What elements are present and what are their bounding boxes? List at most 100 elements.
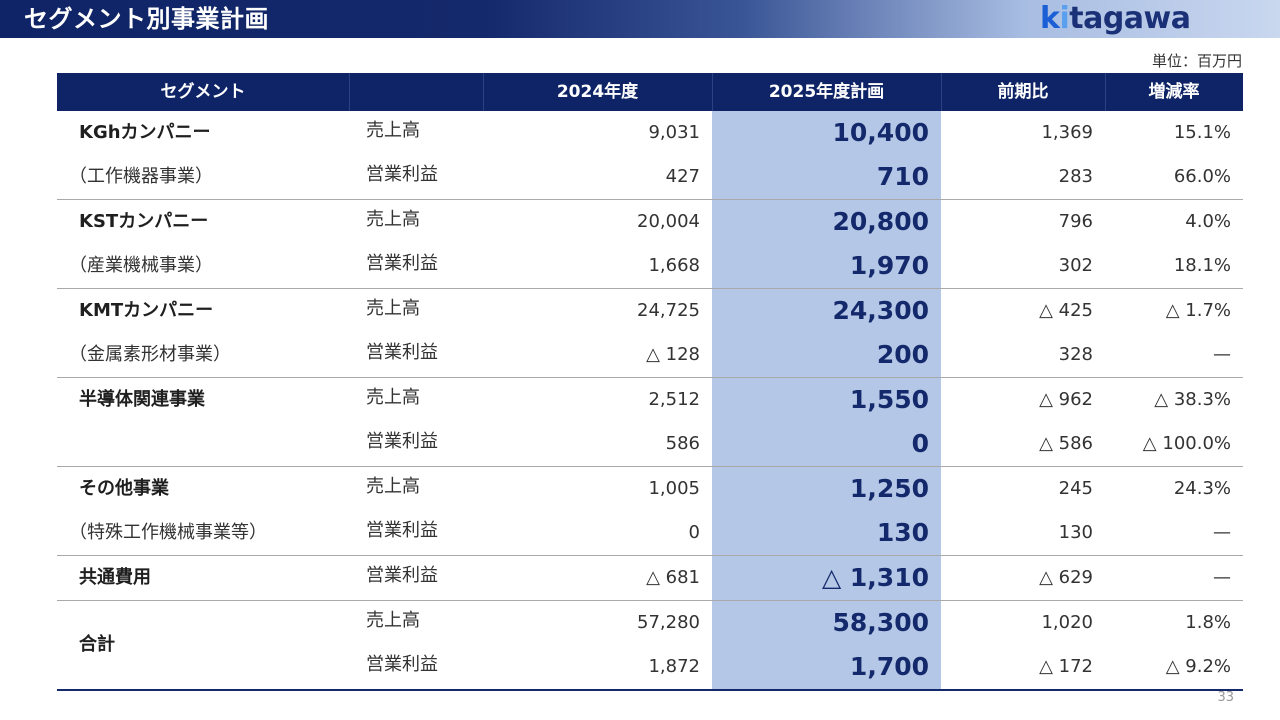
- table-row: （産業機械事業） 営業利益 1,668 1,970 302 18.1%: [57, 244, 1243, 288]
- kitagawa-logo: kitagawa: [1040, 1, 1191, 36]
- value-2025-plan: △ 1,310: [821, 563, 929, 592]
- metric-label: 営業利益: [366, 520, 438, 541]
- value-yoy: 1,020: [1041, 612, 1093, 633]
- value-yoy: 328: [1058, 344, 1093, 365]
- metric-label: 営業利益: [366, 431, 438, 452]
- metric-label: 売上高: [366, 610, 420, 631]
- value-2025-plan: 1,970: [849, 251, 929, 280]
- value-2024: 1,005: [648, 478, 700, 499]
- value-2024: 0: [688, 522, 700, 543]
- value-rate: △ 100.0%: [1142, 433, 1231, 454]
- value-2025-plan: 1,550: [849, 385, 929, 414]
- value-rate: △ 38.3%: [1154, 389, 1231, 410]
- table-row: 半導体関連事業 売上高 2,512 1,550 △ 962 △ 38.3%: [57, 378, 1243, 422]
- value-2024: △ 681: [646, 567, 700, 588]
- metric-label: 売上高: [366, 476, 420, 497]
- value-2024: 57,280: [637, 612, 700, 633]
- segment-name: KSTカンパニー: [79, 211, 209, 232]
- table-row: 営業利益 1,872 1,700 △ 172 △ 9.2%: [57, 645, 1243, 689]
- header-2025-plan: 2025年度計画: [768, 82, 885, 102]
- table-row: （工作機器事業） 営業利益 427 710 283 66.0%: [57, 155, 1243, 199]
- value-rate: △ 1.7%: [1165, 300, 1231, 321]
- value-rate: 66.0%: [1173, 166, 1231, 187]
- table-row: KGhカンパニー 売上高 9,031 10,400 1,369 15.1%: [57, 111, 1243, 155]
- value-yoy: 302: [1058, 255, 1093, 276]
- value-yoy: △ 425: [1039, 300, 1093, 321]
- segment-name: KMTカンパニー: [79, 300, 214, 321]
- table-header: セグメント 2024年度 2025年度計画 前期比 増減率: [57, 73, 1243, 111]
- value-yoy: 245: [1058, 478, 1093, 499]
- page-number: 33: [1217, 690, 1234, 705]
- table-row: その他事業 売上高 1,005 1,250 245 24.3%: [57, 467, 1243, 511]
- value-2024: 1,668: [648, 255, 700, 276]
- value-yoy: 796: [1058, 211, 1093, 232]
- value-2024: 2,512: [648, 389, 700, 410]
- segment-group: KSTカンパニー 売上高 20,004 20,800 796 4.0% （産業機械事業） 営業…: [57, 200, 1243, 289]
- segment-group: 合計 売上高 57,280 58,300 1,020 1.8% 営業利益 1,872 1,700…: [57, 601, 1243, 689]
- table-body: KGhカンパニー 売上高 9,031 10,400 1,369 15.1% （工作機器事業）…: [57, 111, 1243, 689]
- header-yoy: 前期比: [997, 82, 1049, 102]
- value-2025-plan: 58,300: [832, 608, 929, 637]
- table-row: KMTカンパニー 売上高 24,725 24,300 △ 425 △ 1.7%: [57, 289, 1243, 333]
- value-2024: 1,872: [648, 656, 700, 677]
- segment-name: その他事業: [79, 478, 169, 499]
- header-2024: 2024年度: [556, 82, 639, 102]
- table-row: 営業利益 586 0 △ 586 △ 100.0%: [57, 422, 1243, 466]
- value-rate: 4.0%: [1185, 211, 1231, 232]
- metric-label: 売上高: [366, 387, 420, 408]
- value-yoy: △ 172: [1039, 656, 1093, 677]
- value-rate: △ 9.2%: [1165, 656, 1231, 677]
- value-yoy: 1,369: [1041, 122, 1093, 143]
- header-rate: 増減率: [1148, 82, 1200, 102]
- segment-name: KGhカンパニー: [79, 122, 211, 143]
- segment-subtitle: （金属素形材事業）: [69, 344, 231, 365]
- metric-label: 売上高: [366, 298, 420, 319]
- value-2024: 9,031: [648, 122, 700, 143]
- value-rate: 1.8%: [1185, 612, 1231, 633]
- table-row: （特殊工作機械事業等） 営業利益 0 130 130 —: [57, 511, 1243, 555]
- segment-name: 半導体関連事業: [79, 389, 205, 410]
- segment-subtitle: （特殊工作機械事業等）: [69, 522, 267, 543]
- segment-group: 半導体関連事業 売上高 2,512 1,550 △ 962 △ 38.3% 営業利益 586 0…: [57, 378, 1243, 467]
- value-2024: 427: [665, 166, 700, 187]
- metric-label: 営業利益: [366, 565, 438, 586]
- value-2025-plan: 130: [876, 518, 929, 547]
- table-row: 共通費用 営業利益 △ 681 △ 1,310 △ 629 —: [57, 556, 1243, 600]
- segment-subtitle: （産業機械事業）: [69, 255, 213, 276]
- unit-label: 単位：百万円: [1151, 52, 1242, 70]
- header-bar: セグメント別事業計画 kitagawa: [0, 0, 1280, 38]
- value-2024: △ 128: [646, 344, 700, 365]
- segment-plan-table: セグメント 2024年度 2025年度計画 前期比 増減率 KGhカンパニー売上…: [57, 73, 1243, 691]
- segment-group: 共通費用 営業利益 △ 681 △ 1,310 △ 629 —: [57, 556, 1243, 601]
- segment-subtitle: （工作機器事業）: [69, 166, 213, 187]
- value-2025-plan: 24,300: [832, 296, 929, 325]
- value-yoy: △ 586: [1039, 433, 1093, 454]
- metric-label: 営業利益: [366, 654, 438, 675]
- value-2025-plan: 1,250: [849, 474, 929, 503]
- value-rate: 24.3%: [1173, 478, 1231, 499]
- segment-group: KMTカンパニー 売上高 24,725 24,300 △ 425 △ 1.7% （金属素形材…: [57, 289, 1243, 378]
- value-yoy: △ 629: [1039, 567, 1093, 588]
- value-2025-plan: 20,800: [832, 207, 929, 236]
- value-2025-plan: 200: [876, 340, 929, 369]
- value-rate: —: [1213, 567, 1231, 588]
- metric-label: 売上高: [366, 209, 420, 230]
- header-segment: セグメント: [160, 82, 246, 102]
- value-rate: 18.1%: [1173, 255, 1231, 276]
- table-row: 合計 売上高 57,280 58,300 1,020 1.8%: [57, 601, 1243, 655]
- value-2025-plan: 710: [876, 162, 929, 191]
- plan-column-highlight: [712, 422, 941, 466]
- value-yoy: 283: [1058, 166, 1093, 187]
- metric-label: 営業利益: [366, 253, 438, 274]
- value-2025-plan: 10,400: [832, 118, 929, 147]
- value-2024: 20,004: [637, 211, 700, 232]
- value-2025-plan: 0: [911, 429, 929, 458]
- value-2024: 24,725: [637, 300, 700, 321]
- value-yoy: △ 962: [1039, 389, 1093, 410]
- metric-label: 営業利益: [366, 164, 438, 185]
- value-2024: 586: [665, 433, 700, 454]
- segment-group: KGhカンパニー 売上高 9,031 10,400 1,369 15.1% （工作機器事業）…: [57, 111, 1243, 200]
- value-2025-plan: 1,700: [849, 652, 929, 681]
- segment-group: その他事業 売上高 1,005 1,250 245 24.3% （特殊工作機械事業等） 営業利…: [57, 467, 1243, 556]
- segment-name: 共通費用: [79, 567, 151, 588]
